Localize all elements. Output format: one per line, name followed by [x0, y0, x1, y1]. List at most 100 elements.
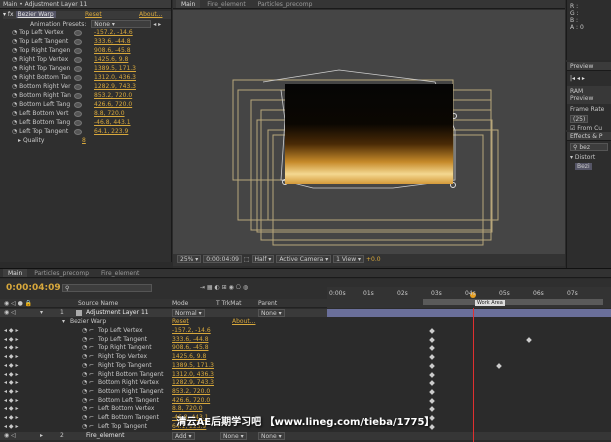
keyframe-marker[interactable] — [429, 328, 435, 334]
keyframe-marker[interactable] — [429, 336, 435, 343]
keyframe-marker[interactable] — [429, 397, 435, 404]
crosshair-point-icon[interactable] — [74, 48, 82, 54]
stopwatch-icon[interactable]: ◔ ⌐ — [82, 327, 94, 335]
timeline-switches-icons[interactable]: ⇥ ▦ ◐ ⊞ ◉ ⎔ ◍ — [200, 284, 248, 291]
crosshair-point-icon[interactable] — [74, 30, 82, 36]
quality-value[interactable]: 8 — [82, 137, 86, 145]
col-source-name[interactable]: Source Name — [78, 299, 118, 308]
layer-row-1[interactable]: ◉ ◁ ▾ 1 Adjustment Layer 11 Normal ▾ Non… — [0, 309, 611, 317]
comp-tab-particles[interactable]: Particles_precomp — [253, 0, 318, 8]
timeline-prop-value[interactable]: 1312.0, 436.3 — [172, 371, 214, 379]
presets-dropdown[interactable]: None ▾ — [91, 20, 152, 28]
timeline-prop-value[interactable]: -157.2, -14.6 — [172, 327, 211, 335]
timeline-reset-link[interactable]: Reset — [172, 318, 189, 326]
fx-icon[interactable]: ▾ fx — [3, 11, 14, 18]
comp-timecode[interactable]: 0:00:04:09 — [203, 255, 242, 263]
stopwatch-icon[interactable]: ◔ ⌐ — [82, 379, 94, 387]
bezier-warp-effect-item[interactable]: Bezi — [575, 163, 592, 170]
about-link[interactable]: About... — [139, 11, 162, 19]
exposure-value[interactable]: +0.0 — [366, 256, 381, 263]
timeline-timecode[interactable]: 0:00:04:09 — [6, 283, 61, 293]
stopwatch-icon[interactable]: ◔ ⌐ — [82, 353, 94, 361]
keyframe-nav-icon[interactable]: ◂ ◆ ▸ — [4, 336, 18, 344]
keyframe-nav-icon[interactable]: ◂ ◆ ▸ — [4, 371, 18, 379]
layer-color-label[interactable] — [76, 310, 82, 316]
effect-prop-value[interactable]: -157.2, -14.6 — [94, 29, 133, 37]
crosshair-point-icon[interactable] — [74, 129, 82, 135]
timeline-tab-main[interactable]: Main — [3, 269, 28, 277]
layer-row-2[interactable]: ◉ ◁ ▸ 2 Fire_element Add ▾ None ▾ None ▾ — [0, 432, 611, 440]
crosshair-point-icon[interactable] — [74, 57, 82, 63]
effect-prop-value[interactable]: 1389.5, 171.3 — [94, 65, 136, 73]
layer-1-parent-dropdown[interactable]: None ▾ — [258, 309, 285, 317]
effect-name[interactable]: Bezier Warp — [15, 11, 56, 18]
layer-2-switches-icon[interactable]: ◉ ◁ — [4, 432, 16, 440]
layer-2-trkmat-dropdown[interactable]: None ▾ — [220, 432, 247, 440]
keyframe-marker[interactable] — [429, 389, 435, 395]
stopwatch-icon[interactable]: ◔ ⌐ — [82, 362, 94, 370]
stopwatch-icon[interactable]: ◔ ⌐ — [82, 344, 94, 352]
keyframe-marker[interactable] — [429, 354, 435, 360]
comp-canvas[interactable] — [173, 10, 565, 254]
timeline-tab-fire[interactable]: Fire_element — [96, 269, 144, 277]
zoom-dropdown[interactable]: 25% ▾ — [177, 255, 202, 263]
effect-prop-value[interactable]: 1425.6, 9.8 — [94, 56, 128, 64]
timeline-prop-value[interactable]: 1425.6, 9.8 — [172, 353, 206, 361]
crosshair-point-icon[interactable] — [74, 120, 82, 126]
crosshair-point-icon[interactable] — [74, 39, 82, 45]
comp-tab-fire[interactable]: Fire_element — [202, 0, 250, 8]
effect-prop-value[interactable]: 426.6, 720.0 — [94, 101, 132, 109]
timeline-prop-value[interactable]: 426.6, 720.0 — [172, 397, 210, 405]
stopwatch-icon[interactable]: ◔ ⌐ — [82, 397, 94, 405]
time-ruler[interactable]: Work Area 0:00s 01s 02s 03s 04s 05s 06s 07s — [327, 287, 611, 308]
effect-prop-value[interactable]: -46.8, 443.1 — [94, 119, 131, 127]
keyframe-nav-icon[interactable]: ◂ ◆ ▸ — [4, 362, 18, 370]
keyframe-marker[interactable] — [429, 406, 435, 413]
timeline-tab-particles[interactable]: Particles_precomp — [29, 269, 94, 277]
views-dropdown[interactable]: 1 View ▾ — [333, 255, 365, 263]
layer-1-bar[interactable] — [327, 309, 611, 317]
stopwatch-icon[interactable]: ◔ ⌐ — [82, 388, 94, 396]
comp-tab-main[interactable]: Main — [176, 0, 201, 8]
keyframe-marker[interactable] — [429, 362, 435, 369]
effect-prop-value[interactable]: 908.6, -45.8 — [94, 47, 131, 55]
keyframe-nav-icon[interactable]: ◂ ◆ ▸ — [4, 397, 18, 405]
layer-2-mode-dropdown[interactable]: Add ▾ — [172, 432, 195, 440]
expand-arrow-icon[interactable]: ▾ — [62, 318, 65, 326]
effect-prop-value[interactable]: 1312.0, 436.3 — [94, 74, 136, 82]
expand-arrow-icon[interactable]: ▾ — [40, 309, 43, 317]
camera-dropdown[interactable]: Active Camera ▾ — [276, 255, 332, 263]
col-parent[interactable]: Parent — [258, 299, 277, 308]
camera-snapshot-icon[interactable]: ⬚ — [244, 256, 250, 263]
expand-arrow-icon[interactable]: ▸ — [40, 432, 43, 440]
crosshair-point-icon[interactable] — [74, 66, 82, 72]
layer-1-switches-icon[interactable]: ◉ ◁ — [4, 309, 16, 317]
layer-2-parent-dropdown[interactable]: None ▾ — [258, 432, 285, 440]
keyframe-marker[interactable] — [429, 371, 435, 378]
keyframe-nav-icon[interactable]: ◂ ◆ ▸ — [4, 379, 18, 387]
keyframe-nav-icon[interactable]: ◂ ◆ ▸ — [4, 353, 18, 361]
preset-arrows-icon[interactable]: ◂ ▸ — [153, 21, 161, 28]
layer-1-name[interactable]: Adjustment Layer 11 — [86, 309, 149, 317]
keyframe-marker[interactable] — [429, 345, 435, 352]
effect-prop-value[interactable]: 1282.9, 743.3 — [94, 83, 136, 91]
fire-footage-layer[interactable] — [285, 84, 453, 184]
resolution-dropdown[interactable]: Half ▾ — [251, 255, 275, 263]
layer-2-name[interactable]: Fire_element — [86, 432, 124, 440]
timeline-effect-name[interactable]: Bezier Warp — [70, 318, 106, 326]
timeline-prop-value[interactable]: 908.6, -45.8 — [172, 344, 209, 352]
crosshair-point-icon[interactable] — [74, 93, 82, 99]
col-trkmat[interactable]: T TrkMat — [216, 299, 242, 308]
col-mode[interactable]: Mode — [172, 299, 188, 308]
keyframe-nav-icon[interactable]: ◂ ◆ ▸ — [4, 388, 18, 396]
effect-prop-value[interactable]: 64.1, 223.9 — [94, 128, 128, 136]
playback-controls-icon[interactable]: |◂ ◂ ▸ — [567, 71, 611, 86]
effects-search-input[interactable]: ⚲ bez — [570, 143, 608, 151]
timeline-prop-value[interactable]: 1282.9, 743.3 — [172, 379, 214, 387]
layer-1-mode-dropdown[interactable]: Normal ▾ — [172, 309, 205, 317]
distort-category[interactable]: ▾ Distort — [567, 153, 611, 162]
effect-prop-value[interactable]: 333.6, -44.8 — [94, 38, 131, 46]
stopwatch-icon[interactable]: ◔ ⌐ — [82, 336, 94, 344]
crosshair-point-icon[interactable] — [74, 102, 82, 108]
effects-presets-tab[interactable]: Effects & P — [567, 132, 611, 141]
